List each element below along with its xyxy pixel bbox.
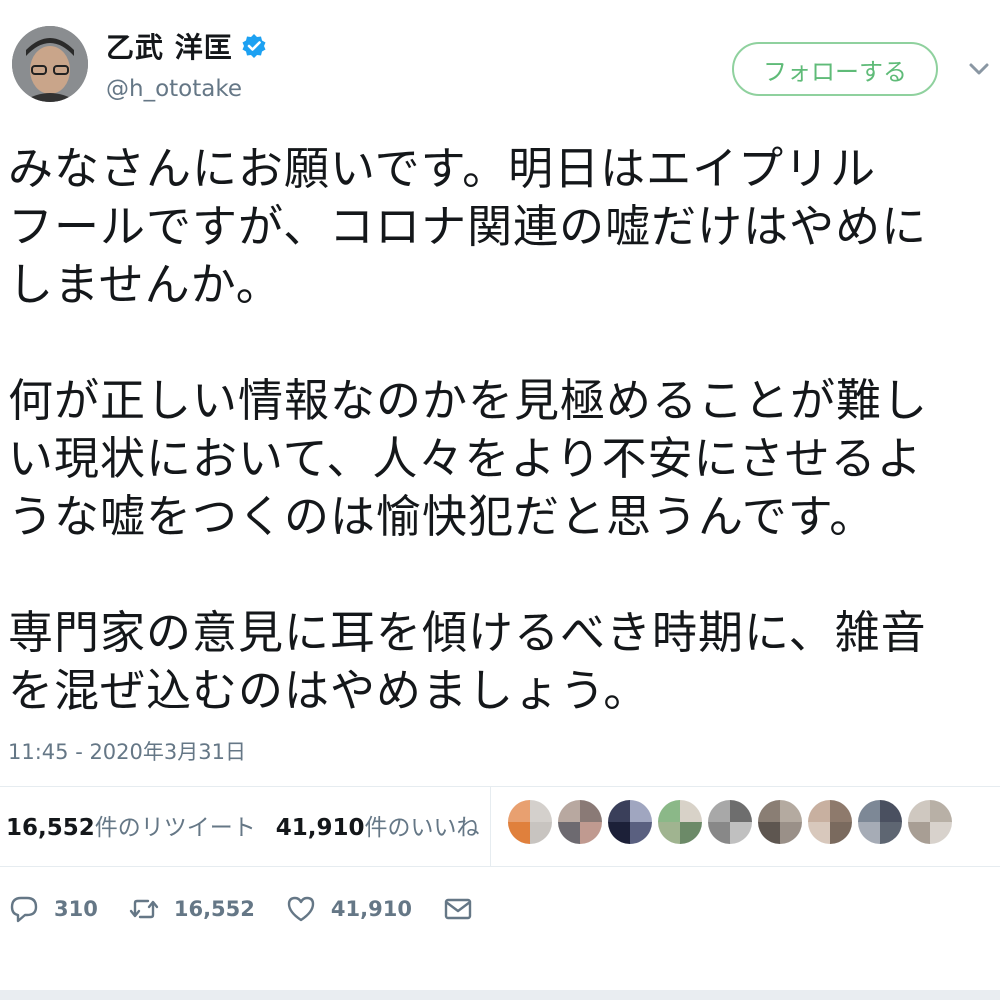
retweet-count: 16,552 [173,897,255,921]
tweet-actions: 310 16,552 41,910 [8,893,518,925]
liker-avatar[interactable] [658,800,702,844]
likes-label[interactable]: 件のいいね [365,808,480,842]
retweet-icon [129,899,159,919]
retweets-label[interactable]: 件のリツイート [95,808,256,842]
liker-avatars [508,800,958,844]
chevron-down-icon[interactable] [966,58,992,80]
bottom-strip [0,990,1000,1000]
engagement-stats: 16,552 件のリツイート 41,910 件のいいね [6,808,480,842]
reply-count: 310 [54,897,98,921]
avatar-image [12,26,88,102]
liker-avatar[interactable] [808,800,852,844]
reply-icon [10,896,38,923]
author-name[interactable]: 乙武 洋匡 [106,26,233,66]
liker-avatar[interactable] [708,800,752,844]
tweet-timestamp[interactable]: 11:45 - 2020年3月31日 [8,736,246,766]
author-handle[interactable]: @h_ototake [106,76,242,102]
message-action[interactable] [442,893,488,925]
retweet-action[interactable]: 16,552 [128,893,255,925]
like-icon [287,896,315,922]
message-icon [444,898,472,920]
tweet-text: みなさんにお願いです。明日はエイプリル フールですが、コロナ関連の嘘だけはやめに… [8,142,929,717]
author-name-row[interactable]: 乙武 洋匡 [106,26,267,66]
liker-avatar[interactable] [508,800,552,844]
follow-button[interactable]: フォローする [732,42,938,96]
liker-avatar[interactable] [608,800,652,844]
reply-action[interactable]: 310 [8,893,98,925]
liker-avatar[interactable] [858,800,902,844]
stats-separator [490,786,491,866]
likes-count[interactable]: 41,910 [276,815,365,841]
divider-bottom [0,866,1000,867]
verified-badge-icon [242,34,266,58]
liker-avatar[interactable] [558,800,602,844]
retweets-count[interactable]: 16,552 [6,815,95,841]
liker-avatar[interactable] [908,800,952,844]
like-count: 41,910 [330,897,412,921]
liker-avatar[interactable] [758,800,802,844]
author-avatar[interactable] [12,26,88,102]
divider-top [0,786,1000,787]
like-action[interactable]: 41,910 [285,893,412,925]
